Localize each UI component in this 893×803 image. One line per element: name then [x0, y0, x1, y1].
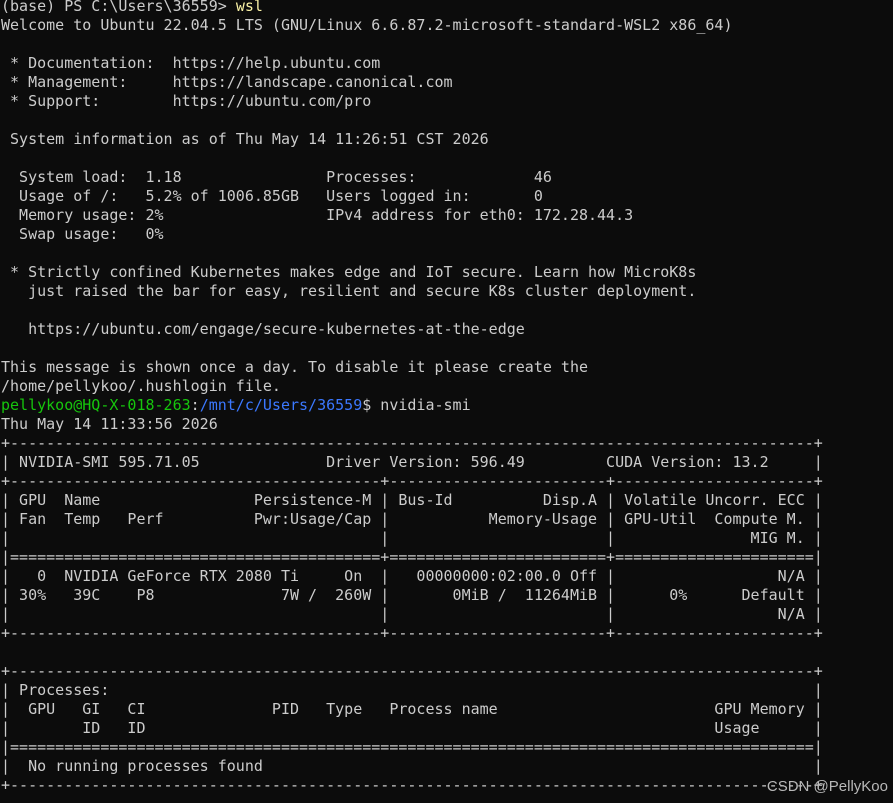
terminal-line: | NVIDIA-SMI 595.71.05 Driver Version: 5…	[1, 453, 893, 472]
terminal-line: | ID ID Usage |	[1, 719, 893, 738]
terminal-line: Usage of /: 5.2% of 1006.85GB Users logg…	[1, 187, 893, 206]
terminal-line: pellykoo@HQ-X-018-263:/mnt/c/Users/36559…	[1, 396, 893, 415]
terminal-text: |=======================================…	[1, 548, 823, 566]
terminal-text: * Support: https://ubuntu.com/pro	[1, 92, 372, 110]
terminal-line: Memory usage: 2% IPv4 address for eth0: …	[1, 206, 893, 225]
terminal-text: * Strictly confined Kubernetes makes edg…	[1, 263, 697, 281]
terminal-line: +---------------------------------------…	[1, 776, 893, 795]
terminal-text: just raised the bar for easy, resilient …	[1, 282, 697, 300]
terminal-text: +---------------------------------------…	[1, 662, 823, 680]
terminal-line: * Strictly confined Kubernetes makes edg…	[1, 263, 893, 282]
terminal-line: | Fan Temp Perf Pwr:Usage/Cap | Memory-U…	[1, 510, 893, 529]
terminal-text: | No running processes found |	[1, 757, 823, 775]
terminal-text: /home/pellykoo/.hushlogin file.	[1, 377, 281, 395]
terminal-text: pellykoo@HQ-X-018-263	[1, 396, 191, 414]
terminal-text: wsl	[235, 0, 263, 15]
terminal-text: | Fan Temp Perf Pwr:Usage/Cap | Memory-U…	[1, 510, 823, 528]
terminal-text: * Documentation: https://help.ubuntu.com	[1, 54, 381, 72]
terminal-line: +---------------------------------------…	[1, 434, 893, 453]
terminal-text: +---------------------------------------…	[1, 434, 823, 452]
terminal-line: | 0 NVIDIA GeForce RTX 2080 Ti On | 0000…	[1, 567, 893, 586]
terminal-line: | No running processes found |	[1, 757, 893, 776]
terminal-text: +---------------------------------------…	[1, 624, 823, 642]
terminal-text: Memory usage: 2% IPv4 address for eth0: …	[1, 206, 634, 224]
terminal-line: (base) PS C:\Users\36559> wsl	[1, 0, 893, 16]
terminal-line: just raised the bar for easy, resilient …	[1, 282, 893, 301]
csdn-watermark: CSDN @PellyKoo	[766, 778, 888, 795]
terminal-line: https://ubuntu.com/engage/secure-kuberne…	[1, 320, 893, 339]
terminal-text: Welcome to Ubuntu 22.04.5 LTS (GNU/Linux…	[1, 16, 733, 34]
terminal-text: | 0 NVIDIA GeForce RTX 2080 Ti On | 0000…	[1, 567, 823, 585]
terminal-line: System load: 1.18 Processes: 46	[1, 168, 893, 187]
terminal-text: | 30% 39C P8 7W / 260W | 0MiB / 11264MiB…	[1, 586, 823, 604]
terminal-output[interactable]: (base) PS C:\Users\36559> wsl Welcome to …	[1, 0, 893, 803]
terminal-line: |=======================================…	[1, 548, 893, 567]
terminal-text: +---------------------------------------…	[1, 776, 823, 794]
terminal-line: This message is shown once a day. To dis…	[1, 358, 893, 377]
terminal-line: * Documentation: https://help.ubuntu.com	[1, 54, 893, 73]
terminal-text: https://ubuntu.com/engage/secure-kuberne…	[1, 320, 525, 338]
terminal-line: /home/pellykoo/.hushlogin file.	[1, 377, 893, 396]
terminal-text: System load: 1.18 Processes: 46	[1, 168, 552, 186]
terminal-text: Thu May 14 11:33:56 2026	[1, 415, 218, 433]
terminal-text: | GPU Name Persistence-M | Bus-Id Disp.A…	[1, 491, 823, 509]
terminal-line: +---------------------------------------…	[1, 662, 893, 681]
terminal-text: (base) PS C:\Users\36559>	[1, 0, 236, 15]
terminal-line: | Processes: |	[1, 681, 893, 700]
terminal-text: +---------------------------------------…	[1, 472, 823, 490]
terminal-line: System information as of Thu May 14 11:2…	[1, 130, 893, 149]
terminal-line: | 30% 39C P8 7W / 260W | 0MiB / 11264MiB…	[1, 586, 893, 605]
terminal-line: +---------------------------------------…	[1, 624, 893, 643]
terminal-line: +---------------------------------------…	[1, 472, 893, 491]
terminal-line: Welcome to Ubuntu 22.04.5 LTS (GNU/Linux…	[1, 16, 893, 35]
terminal-text: * Management: https://landscape.canonica…	[1, 73, 453, 91]
terminal-text: $ nvidia-smi	[362, 396, 471, 414]
terminal-text: |=======================================…	[1, 738, 823, 756]
terminal-text: | GPU GI CI PID Type Process name GPU Me…	[1, 700, 823, 718]
terminal-text: Usage of /: 5.2% of 1006.85GB Users logg…	[1, 187, 543, 205]
terminal-line: * Management: https://landscape.canonica…	[1, 73, 893, 92]
terminal-line: Thu May 14 11:33:56 2026	[1, 415, 893, 434]
terminal-line: | GPU Name Persistence-M | Bus-Id Disp.A…	[1, 491, 893, 510]
terminal-text: /mnt/c/Users/36559	[199, 396, 363, 414]
terminal-line: | | | N/A |	[1, 605, 893, 624]
terminal-text: System information as of Thu May 14 11:2…	[1, 130, 489, 148]
terminal-text: | Processes: |	[1, 681, 823, 699]
terminal-text: Swap usage: 0%	[1, 225, 164, 243]
terminal-line: | GPU GI CI PID Type Process name GPU Me…	[1, 700, 893, 719]
terminal-text: This message is shown once a day. To dis…	[1, 358, 588, 376]
terminal-line: * Support: https://ubuntu.com/pro	[1, 92, 893, 111]
terminal-text: | NVIDIA-SMI 595.71.05 Driver Version: 5…	[1, 453, 823, 471]
terminal-text: | | | N/A |	[1, 605, 823, 623]
terminal-line: Swap usage: 0%	[1, 225, 893, 244]
terminal-line: |=======================================…	[1, 738, 893, 757]
terminal-text: :	[190, 396, 200, 414]
terminal-text: | | | MIG M. |	[1, 529, 823, 547]
terminal-line: | | | MIG M. |	[1, 529, 893, 548]
terminal-text: | ID ID Usage |	[1, 719, 823, 737]
